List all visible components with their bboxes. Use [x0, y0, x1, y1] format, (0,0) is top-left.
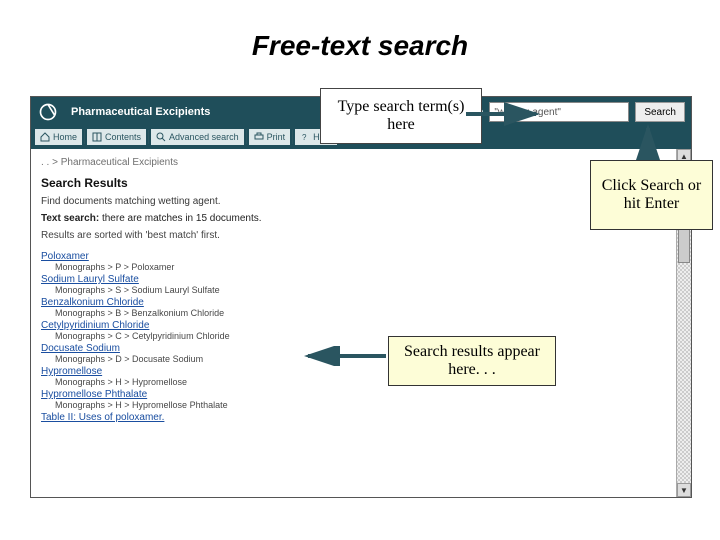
result-link[interactable]: Hypromellose: [41, 366, 681, 377]
printer-icon: [254, 132, 264, 142]
result-link[interactable]: Cetylpyridinium Chloride: [41, 320, 681, 331]
sort-note: Results are sorted with 'best match' fir…: [41, 230, 681, 241]
callout-type-here: Type search term(s) here: [320, 88, 482, 144]
result-link[interactable]: Benzalkonium Chloride: [41, 297, 681, 308]
result-item: Hypromellose Phthalate Monographs > H > …: [41, 389, 681, 410]
search-button[interactable]: Search: [635, 102, 685, 122]
result-link[interactable]: Sodium Lauryl Sulfate: [41, 274, 681, 285]
result-item: Cetylpyridinium Chloride Monographs > C …: [41, 320, 681, 341]
result-path: Monographs > H > Hypromellose: [55, 377, 681, 387]
result-item: Hypromellose Monographs > H > Hypromello…: [41, 366, 681, 387]
text-search-label: Text search:: [41, 213, 99, 224]
slide-title: Free-text search: [0, 30, 720, 62]
callout-click-search: Click Search or hit Enter: [590, 160, 713, 230]
tab-label: Print: [267, 132, 286, 142]
result-path: Monographs > B > Benzalkonium Chloride: [55, 308, 681, 318]
result-path: Monographs > C > Cetylpyridinium Chlorid…: [55, 331, 681, 341]
text-search-count: there are matches in 15 documents.: [99, 213, 261, 224]
result-summary: Find documents matching wetting agent.: [41, 196, 681, 207]
arrow-icon: [466, 100, 546, 130]
breadcrumb[interactable]: . . > Pharmaceutical Excipients: [41, 157, 681, 168]
result-path: Monographs > H > Hypromellose Phthalate: [55, 400, 681, 410]
tab-contents[interactable]: Contents: [87, 129, 146, 145]
result-item: Sodium Lauryl Sulfate Monographs > S > S…: [41, 274, 681, 295]
result-path: Monographs > P > Poloxamer: [55, 262, 681, 272]
tab-print[interactable]: Print: [249, 129, 291, 145]
page-title: Search Results: [41, 176, 681, 190]
result-link[interactable]: Poloxamer: [41, 251, 681, 262]
magnifier-icon: [156, 132, 166, 142]
home-icon: [40, 132, 50, 142]
app-name: Pharmaceutical Excipients: [65, 106, 221, 118]
app-logo-icon: [31, 97, 65, 127]
result-item: Table II: Uses of poloxamer.: [41, 412, 681, 423]
result-link[interactable]: Table II: Uses of poloxamer.: [41, 412, 681, 423]
result-text-search: Text search: there are matches in 15 doc…: [41, 213, 681, 224]
tab-label: Contents: [105, 132, 141, 142]
result-path: Monographs > S > Sodium Lauryl Sulfate: [55, 285, 681, 295]
book-icon: [92, 132, 102, 142]
app-window: Pharmaceutical Excipients Quick search S…: [30, 96, 692, 498]
tab-advanced-search[interactable]: Advanced search: [151, 129, 244, 145]
callout-results-here: Search results appear here. . .: [388, 336, 556, 386]
scroll-down-button[interactable]: ▼: [677, 483, 691, 497]
arrow-icon: [636, 122, 666, 162]
tab-home[interactable]: Home: [35, 129, 82, 145]
result-link[interactable]: Hypromellose Phthalate: [41, 389, 681, 400]
results-list: Poloxamer Monographs > P > Poloxamer Sod…: [41, 251, 681, 423]
question-icon: ?: [300, 132, 310, 142]
arrow-icon: [300, 346, 390, 366]
tab-label: Home: [53, 132, 77, 142]
svg-text:?: ?: [302, 133, 307, 142]
result-item: Poloxamer Monographs > P > Poloxamer: [41, 251, 681, 272]
result-item: Benzalkonium Chloride Monographs > B > B…: [41, 297, 681, 318]
tab-label: Advanced search: [169, 132, 239, 142]
